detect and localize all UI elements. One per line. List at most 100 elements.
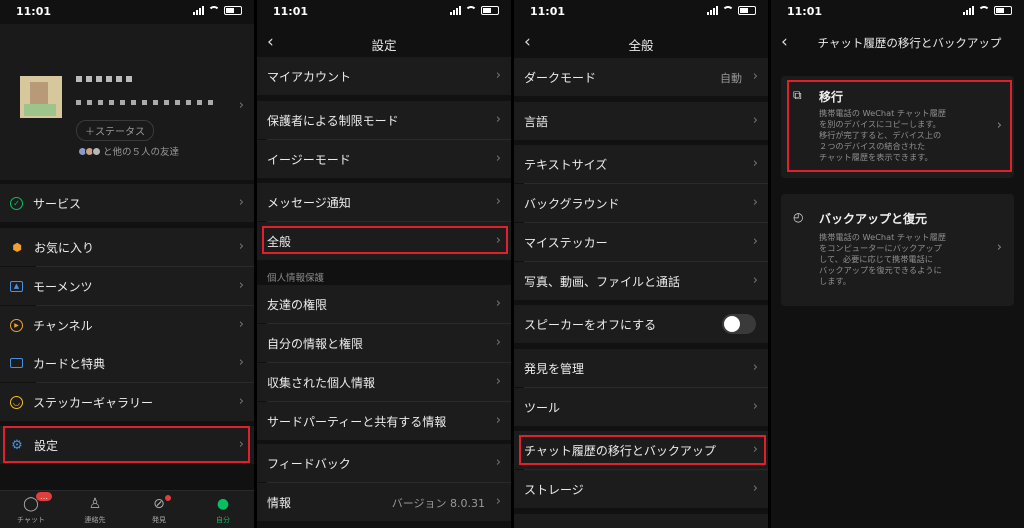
row-easy-mode[interactable]: イージーモード › — [257, 140, 511, 178]
row-photos-videos-files[interactable]: 写真、動画、ファイルと通話 › — [514, 262, 768, 300]
signal-icon — [450, 6, 461, 15]
chevron-right-icon: › — [752, 273, 758, 288]
menu-item-favorites[interactable]: ⬢ お気に入り › — [0, 228, 254, 266]
row-background[interactable]: バックグラウンド › — [514, 184, 768, 222]
speaker-toggle[interactable] — [722, 314, 756, 334]
back-chevron-icon[interactable]: ‹ — [781, 32, 788, 52]
row-my-stickers[interactable]: マイステッカー › — [514, 223, 768, 261]
service-icon: ✓ — [10, 196, 23, 210]
profile-name-pixelated — [76, 76, 136, 82]
status-bar: 11:01 — [257, 0, 511, 24]
tab-discover[interactable]: ⊘ 発見 — [134, 495, 184, 525]
history-icon: ◴ — [793, 210, 804, 224]
row-feedback[interactable]: フィードバック › — [257, 444, 511, 482]
chevron-right-icon: › — [238, 394, 244, 409]
row-storage[interactable]: ストレージ › — [514, 470, 768, 508]
menu-item-sticker-gallery[interactable]: ◡ ステッカーギャラリー › — [0, 383, 254, 421]
chevron-right-icon: › — [752, 399, 758, 414]
general-highlight — [262, 226, 508, 254]
chevron-right-icon: › — [495, 374, 501, 389]
person-icon: ● — [216, 496, 230, 512]
chevron-right-icon: › — [495, 296, 501, 311]
chevron-right-icon: › — [238, 317, 244, 332]
version-value: バージョン 8.0.31 — [391, 497, 485, 510]
contacts-icon: ♙ — [88, 496, 102, 512]
row-my-account[interactable]: マイアカウント › — [257, 57, 511, 95]
row-collected-info[interactable]: 収集された個人情報 › — [257, 363, 511, 401]
row-speaker-off: スピーカーをオフにする — [514, 305, 768, 343]
tab-contacts[interactable]: ♙ 連絡先 — [70, 495, 120, 525]
chevron-right-icon: › — [996, 240, 1002, 255]
wifi-icon — [722, 6, 734, 15]
signal-icon — [193, 6, 204, 15]
profile-header[interactable]: › ＋ステータス と他の５人の友達 — [0, 24, 254, 180]
tab-me[interactable]: ● 自分 — [198, 495, 248, 525]
row-text-size[interactable]: テキストサイズ › — [514, 145, 768, 183]
menu-item-moments[interactable]: ▲ モーメンツ › — [0, 267, 254, 305]
row-dark-mode[interactable]: ダークモード 自動 › — [514, 58, 768, 96]
status-bar: 11:01 — [0, 0, 254, 24]
screenshot-collage: 11:01 › ＋ステータス と他の５人の友達 ✓ サービス › ⬢ お気に入り… — [0, 0, 1024, 528]
chevron-right-icon: › — [495, 151, 501, 166]
page-title: 設定 — [371, 38, 397, 53]
wifi-icon — [208, 6, 220, 15]
cards-icon — [10, 358, 23, 368]
chevron-right-icon: › — [752, 113, 758, 128]
migrate-card-highlight — [787, 80, 1012, 172]
menu-item-channels[interactable]: ▶ チャンネル › — [0, 306, 254, 344]
row-tools[interactable]: ツール › — [514, 388, 768, 426]
row-my-info[interactable]: 自分の情報と権限 › — [257, 324, 511, 362]
friend-avatars-icon — [78, 146, 101, 156]
row-notifications[interactable]: メッセージ通知 › — [257, 183, 511, 221]
moments-icon: ▲ — [10, 280, 23, 292]
nav-bar: ‹ 設定 — [257, 28, 511, 58]
row-about[interactable]: 情報 バージョン 8.0.31 › — [257, 483, 511, 521]
battery-icon — [481, 6, 499, 15]
page-title: 全般 — [628, 38, 654, 53]
chevron-right-icon: › — [752, 481, 758, 496]
profile-id-pixelated — [76, 100, 216, 105]
row-manage-discover[interactable]: 発見を管理 › — [514, 349, 768, 387]
avatar[interactable] — [20, 76, 62, 118]
nav-bar: ‹ 全般 — [514, 28, 768, 58]
signal-icon — [707, 6, 718, 15]
section-label-privacy: 個人情報保護 — [267, 273, 325, 284]
me-screen: 11:01 › ＋ステータス と他の５人の友達 ✓ サービス › ⬢ お気に入り… — [0, 0, 254, 528]
backup-description: 携帯電話の WeChat チャット履歴 をコンピューターにバックアップ して、必… — [819, 232, 946, 286]
menu-item-services[interactable]: ✓ サービス › — [0, 184, 254, 222]
chevron-right-icon: › — [238, 239, 244, 254]
favorites-icon: ⬢ — [12, 240, 22, 254]
chevron-right-icon: › — [495, 68, 501, 83]
backup-restore-card[interactable]: ◴ バックアップと復元 携帯電話の WeChat チャット履歴 をコンピューター… — [781, 194, 1014, 306]
general-screen: 11:01 ‹ 全般 ダークモード 自動 › 言語 › テキストサイズ › バックグ… — [514, 0, 768, 528]
notification-dot — [165, 495, 171, 501]
add-status-button[interactable]: ＋ステータス — [76, 120, 154, 141]
status-time: 11:01 — [16, 5, 52, 18]
chevron-right-icon: › — [752, 69, 758, 84]
row-third-party[interactable]: サードパーティーと共有する情報 › — [257, 402, 511, 440]
menu-item-cards[interactable]: カードと特典 › — [0, 344, 254, 382]
status-bar: 11:01 — [771, 0, 1024, 24]
chevron-right-icon: › — [495, 413, 501, 428]
signal-icon — [963, 6, 974, 15]
chevron-right-icon: › — [752, 234, 758, 249]
row-friends-permissions[interactable]: 友達の権限 › — [257, 285, 511, 323]
chevron-right-icon: › — [238, 278, 244, 293]
row-parental-controls[interactable]: 保護者による制限モード › — [257, 101, 511, 139]
tab-chats[interactable]: ◯ … チャット — [6, 492, 56, 525]
friends-status[interactable]: と他の５人の友達 — [78, 144, 179, 158]
chevron-right-icon: › — [495, 455, 501, 470]
migrate-backup-screen: 11:01 ‹ チャット履歴の移行とバックアップ ⧉ 移行 携帯電話の WeCh… — [771, 0, 1024, 528]
wifi-icon — [978, 6, 990, 15]
row-cut-off — [514, 514, 768, 528]
chevron-right-icon: › — [495, 194, 501, 209]
bottom-tab-bar: ◯ … チャット ♙ 連絡先 ⊘ 発見 ● 自分 — [0, 490, 254, 528]
chevron-right-icon: › — [752, 195, 758, 210]
chevron-right-icon: › — [752, 156, 758, 171]
row-language[interactable]: 言語 › — [514, 102, 768, 140]
migrate-highlight — [519, 435, 766, 465]
battery-icon — [994, 6, 1012, 15]
settings-screen: 11:01 ‹ 設定 マイアカウント › 保護者による制限モード › イージーモード… — [257, 0, 511, 528]
backup-title: バックアップと復元 — [819, 212, 928, 226]
settings-highlight — [3, 426, 250, 463]
